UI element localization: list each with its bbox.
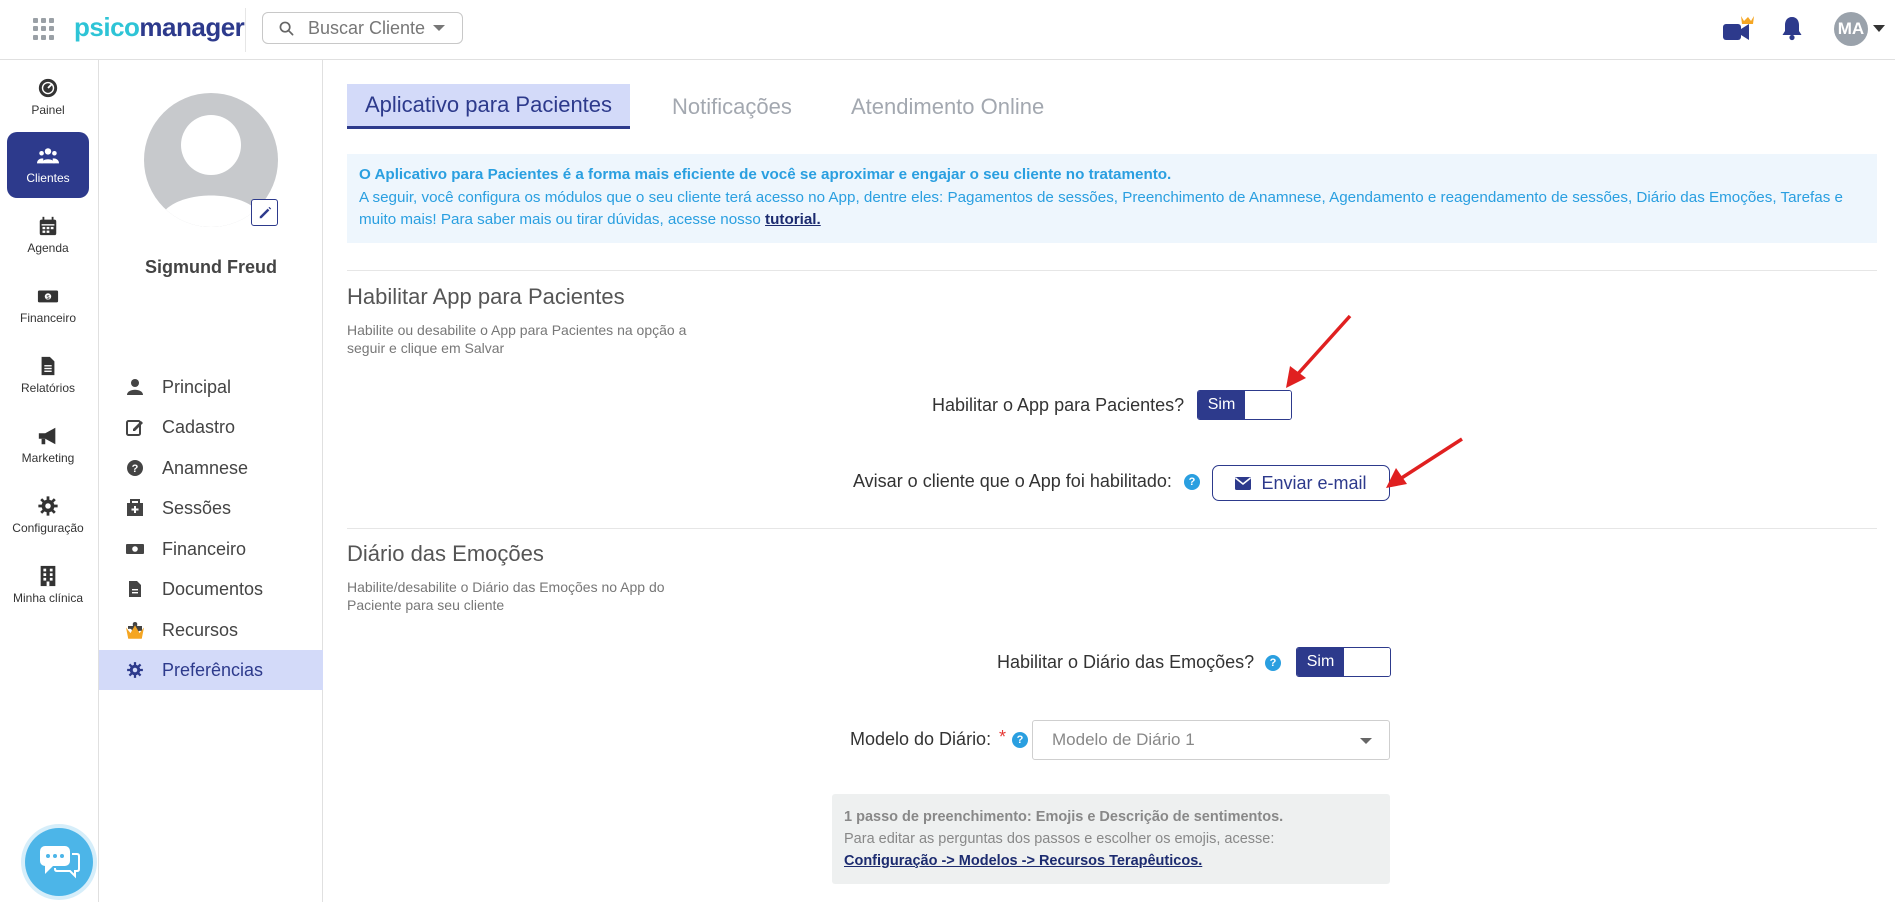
users-icon xyxy=(37,148,59,164)
send-email-button[interactable]: Enviar e-mail xyxy=(1212,465,1390,501)
nav-item-painel[interactable]: Painel xyxy=(7,64,89,130)
client-menu-preferencias[interactable]: Preferências xyxy=(99,650,323,690)
config-models-link[interactable]: Configuração -> Modelos -> Recursos Tera… xyxy=(844,853,1202,869)
bell-icon xyxy=(1782,17,1802,41)
chat-support-button[interactable] xyxy=(25,828,93,896)
client-menu-anamnese[interactable]: ? Anamnese xyxy=(99,448,323,488)
nav-item-financeiro[interactable]: $ Financeiro xyxy=(7,272,89,338)
nav-item-configuracao[interactable]: Configuração xyxy=(7,482,89,548)
building-icon xyxy=(40,565,56,587)
notifications-button[interactable] xyxy=(1781,15,1803,41)
main-navigation: Painel Clientes Agenda $ Financeiro Rela… xyxy=(0,60,99,902)
edit-photo-button[interactable] xyxy=(251,199,278,226)
file-icon xyxy=(41,356,55,376)
chat-icon xyxy=(40,846,80,879)
video-call-button[interactable] xyxy=(1721,14,1755,44)
clinic-icon xyxy=(127,499,143,516)
logo[interactable]: psicomanager xyxy=(74,12,245,43)
section-title-app: Habilitar App para Pacientes xyxy=(347,284,625,309)
megaphone-icon xyxy=(38,427,56,445)
client-menu-sessoes[interactable]: Sessões xyxy=(99,488,323,528)
apps-grid-icon[interactable] xyxy=(33,18,55,40)
chevron-down-icon xyxy=(1360,738,1372,744)
required-mark: * xyxy=(999,727,1007,747)
client-sidebar: Sigmund Freud Principal Cadastro ? Anamn… xyxy=(99,60,323,902)
info-banner: O Aplicativo para Pacientes é a forma ma… xyxy=(347,154,1877,243)
client-menu-recursos[interactable]: Recursos xyxy=(99,610,323,650)
user-icon xyxy=(127,379,143,395)
client-menu-principal[interactable]: Principal xyxy=(99,367,323,407)
gear-icon xyxy=(127,662,143,678)
divider xyxy=(245,8,246,52)
document-icon xyxy=(129,581,141,597)
section-desc-app: Habilite ou desabilite o App para Pacien… xyxy=(347,322,687,356)
search-placeholder: Buscar Cliente xyxy=(308,17,426,38)
arrowhead xyxy=(1286,366,1306,388)
diary-model-label: Modelo do Diário: xyxy=(850,729,992,749)
client-menu-financeiro[interactable]: Financeiro xyxy=(99,529,323,569)
money-icon: $ xyxy=(37,290,59,303)
nav-item-marketing[interactable]: Marketing xyxy=(7,412,89,478)
section-desc-diary: Habilite/desabilite o Diário das Emoções… xyxy=(347,579,665,613)
help-icon[interactable]: ? xyxy=(1184,474,1200,490)
chevron-down-icon[interactable] xyxy=(1873,25,1885,32)
nav-item-relatorios[interactable]: Relatórios xyxy=(7,342,89,408)
notify-client-label: Avisar o cliente que o App foi habilitad… xyxy=(853,471,1172,491)
video-camera-icon xyxy=(1723,16,1754,40)
help-icon[interactable]: ? xyxy=(1265,655,1281,671)
divider xyxy=(347,528,1877,529)
info-title: O Aplicativo para Pacientes é a forma ma… xyxy=(359,166,1172,183)
client-name: Sigmund Freud xyxy=(145,257,277,277)
divider xyxy=(347,270,1877,271)
edit-icon xyxy=(126,420,143,436)
search-client-dropdown[interactable]: Buscar Cliente xyxy=(262,12,463,44)
tab-atendimento-online[interactable]: Atendimento Online xyxy=(851,84,1044,129)
tab-notificacoes[interactable]: Notificações xyxy=(672,84,792,129)
nav-item-agenda[interactable]: Agenda xyxy=(7,202,89,268)
svg-text:?: ? xyxy=(132,463,139,475)
nav-item-minha-clinica[interactable]: Minha clínica xyxy=(7,552,89,618)
tab-aplicativo-para-pacientes[interactable]: Aplicativo para Pacientes xyxy=(347,84,631,129)
enable-app-label: Habilitar o App para Pacientes? xyxy=(932,395,1185,415)
envelope-icon xyxy=(1235,476,1252,490)
client-menu-cadastro[interactable]: Cadastro xyxy=(99,407,323,447)
enable-diary-toggle[interactable]: Sim xyxy=(1296,647,1391,677)
calendar-icon xyxy=(39,216,57,236)
arrow-to-toggle xyxy=(1294,314,1352,378)
search-icon xyxy=(279,21,294,35)
tutorial-link[interactable]: tutorial. xyxy=(765,211,821,228)
help-icon[interactable]: ? xyxy=(1012,732,1028,748)
svg-text:$: $ xyxy=(46,295,49,301)
chevron-down-icon xyxy=(433,25,446,31)
section-title-diary: Diário das Emoções xyxy=(347,541,544,566)
crown-icon xyxy=(126,625,144,639)
info-text: A seguir, você configura os módulos que … xyxy=(359,188,1843,229)
enable-app-toggle[interactable]: Sim xyxy=(1197,390,1292,420)
user-avatar[interactable]: MA xyxy=(1834,12,1868,46)
question-icon: ? xyxy=(127,460,143,476)
money-icon xyxy=(126,544,144,554)
dashboard-icon xyxy=(38,78,58,98)
pencil-icon xyxy=(259,206,271,218)
client-menu-documentos[interactable]: Documentos xyxy=(99,569,323,609)
crown-icon xyxy=(1741,16,1754,24)
enable-diary-label: Habilitar o Diário das Emoções? xyxy=(997,652,1255,672)
diary-note: 1 passo de preenchimento: Emojis e Descr… xyxy=(832,794,1390,884)
nav-item-clientes[interactable]: Clientes xyxy=(7,132,89,198)
gear-icon xyxy=(38,496,58,516)
top-bar: psicomanager Buscar Cliente MA xyxy=(0,0,1895,60)
arrow-to-email-button xyxy=(1399,437,1463,481)
diary-model-select[interactable]: Modelo de Diário 1 xyxy=(1032,720,1390,760)
